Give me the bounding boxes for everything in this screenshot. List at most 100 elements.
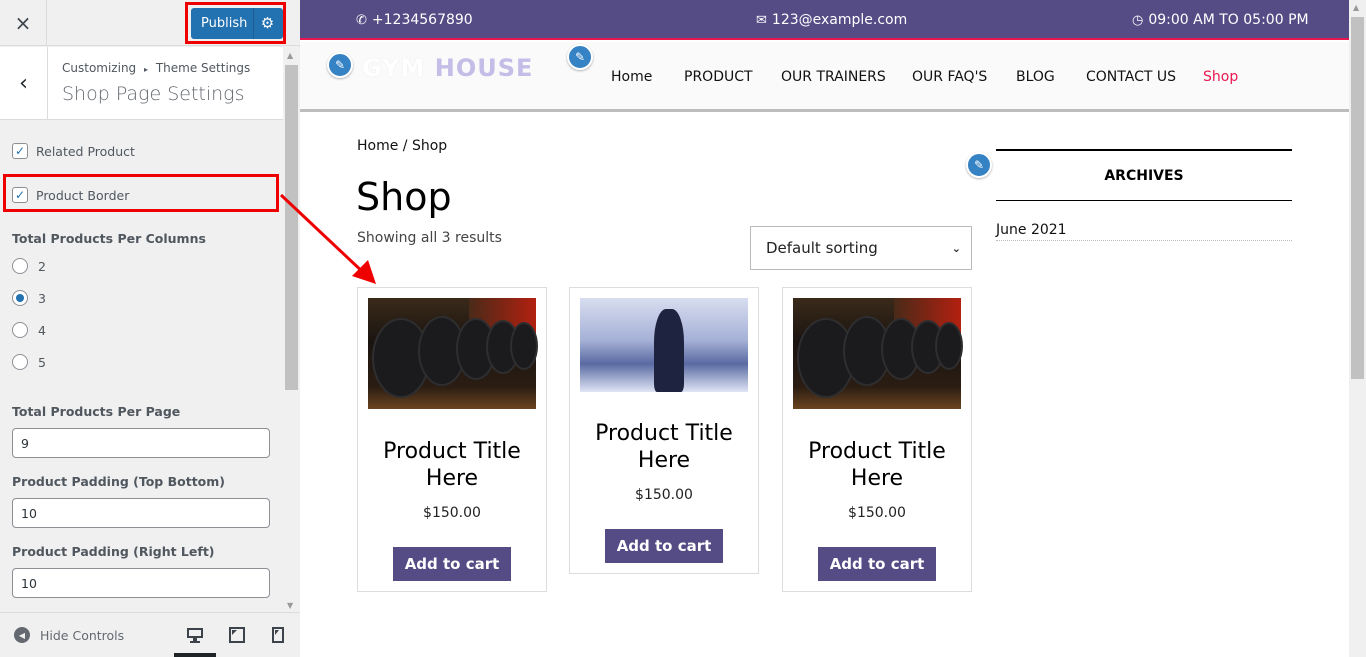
logo-part2: HOUSE — [434, 54, 534, 82]
product-card: Product Title Here $150.00 Add to cart — [782, 287, 972, 592]
page-breadcrumb: Home / Shop — [357, 138, 448, 154]
column-radio-4[interactable]: 4 — [12, 322, 46, 338]
chevron-down-icon: ⌄ — [951, 241, 961, 255]
sorting-value: Default sorting — [766, 239, 878, 257]
nav-contact-us[interactable]: CONTACT US — [1086, 69, 1176, 85]
edit-pencil-icon[interactable]: ✎ — [567, 44, 593, 70]
radio-label: 3 — [38, 290, 46, 306]
add-to-cart-button[interactable]: Add to cart — [605, 529, 723, 563]
widget-bottom-rule — [996, 200, 1292, 201]
sorting-select[interactable]: Default sorting ⌄ — [750, 226, 972, 270]
email-info: ✉ 123@example.com — [756, 12, 907, 28]
site-preview: ✆ +1234567890 ✉ 123@example.com ◷ 09:00 AM … — [300, 0, 1349, 657]
email-text: 123@example.com — [771, 12, 908, 28]
breadcrumb-separator-icon: ▸ — [144, 65, 149, 74]
active-device-indicator — [174, 653, 216, 657]
preview-scrollbar[interactable]: ▲ — [1349, 0, 1366, 657]
column-radio-3[interactable]: 3 — [12, 290, 46, 306]
product-price: $150.00 — [423, 505, 481, 521]
related-product-checkbox[interactable]: ✓ Related Product — [12, 143, 135, 159]
radio-label: 2 — [38, 258, 46, 274]
result-count: Showing all 3 results — [357, 230, 502, 246]
column-radio-2[interactable]: 2 — [12, 258, 46, 274]
customizer-header: × Publish ⚙ — [0, 0, 300, 46]
product-title[interactable]: Product Title Here — [783, 438, 971, 492]
phone-text: +1234567890 — [371, 12, 473, 28]
breadcrumb: Customizing ▸ Theme Settings — [62, 61, 250, 75]
widget-top-rule — [996, 149, 1292, 151]
section-title: Shop Page Settings — [62, 83, 245, 105]
breadcrumb-root: Customizing — [62, 61, 137, 75]
close-icon[interactable]: × — [0, 0, 47, 46]
back-arrow-icon[interactable]: ‹ — [0, 47, 48, 119]
product-border-label: Product Border — [36, 187, 130, 203]
checkbox-checked-icon[interactable]: ✓ — [12, 187, 28, 203]
product-card: Product Title Here $150.00 Add to cart — [357, 287, 547, 592]
scroll-up-icon[interactable]: ▲ — [1353, 3, 1359, 12]
nav-shop[interactable]: Shop — [1203, 69, 1238, 85]
add-to-cart-button[interactable]: Add to cart — [393, 547, 511, 581]
padding-rl-input[interactable] — [12, 568, 270, 598]
logo-part1: GYM — [362, 54, 426, 82]
scrollbar-thumb[interactable] — [285, 65, 298, 390]
tablet-preview-icon[interactable] — [227, 625, 247, 645]
hide-controls-button[interactable]: ◀ Hide Controls — [14, 627, 124, 643]
customizer: × Publish ⚙ ‹ Customizing ▸ Theme Settin… — [0, 0, 1366, 657]
archive-link[interactable]: June 2021 — [996, 222, 1292, 241]
padding-tb-input[interactable] — [12, 498, 270, 528]
hide-controls-label: Hide Controls — [40, 627, 125, 643]
site-header: GYM HOUSE ✎ ✎ Home PRODUCT OUR TRAINERS … — [300, 42, 1349, 112]
nav-blog[interactable]: BLOG — [1016, 69, 1055, 85]
radio-selected-icon[interactable] — [12, 290, 28, 306]
envelope-icon: ✉ — [756, 12, 767, 28]
nav-home[interactable]: Home — [611, 69, 652, 85]
related-product-label: Related Product — [36, 143, 135, 159]
clock-icon: ◷ — [1132, 12, 1144, 28]
add-to-cart-button[interactable]: Add to cart — [818, 547, 936, 581]
nav-product[interactable]: PRODUCT — [684, 69, 753, 85]
column-radio-5[interactable]: 5 — [12, 354, 46, 370]
customizer-footer: ◀ Hide Controls — [0, 612, 300, 657]
padding-tb-label: Product Padding (Top Bottom) — [12, 474, 225, 489]
info-bar: ✆ +1234567890 ✉ 123@example.com ◷ 09:00 AM … — [300, 0, 1349, 40]
radio-icon[interactable] — [12, 322, 28, 338]
radio-dot — [16, 294, 24, 302]
edit-pencil-icon[interactable]: ✎ — [966, 152, 992, 178]
hours-text: 09:00 AM TO 05:00 PM — [1148, 12, 1309, 28]
desktop-preview-icon[interactable] — [185, 625, 205, 645]
columns-title: Total Products Per Columns — [12, 231, 206, 246]
nav-our-trainers[interactable]: OUR TRAINERS — [781, 69, 886, 85]
product-image-dumbbells[interactable] — [368, 298, 538, 409]
customizer-sidebar: × Publish ⚙ ‹ Customizing ▸ Theme Settin… — [0, 0, 300, 657]
collapse-icon: ◀ — [14, 627, 30, 643]
hours-info: ◷ 09:00 AM TO 05:00 PM — [1132, 12, 1309, 28]
mobile-preview-icon[interactable] — [268, 625, 288, 645]
scrollbar-thumb[interactable] — [1351, 17, 1364, 379]
radio-label: 4 — [38, 322, 46, 338]
product-title[interactable]: Product Title Here — [570, 420, 758, 474]
site-logo[interactable]: GYM HOUSE — [362, 54, 533, 82]
product-image-gym-woman[interactable] — [580, 298, 748, 392]
phone-icon: ✆ — [356, 12, 367, 28]
product-card: Product Title Here $150.00 Add to cart — [569, 287, 759, 574]
breadcrumb-parent: Theme Settings — [155, 61, 251, 75]
scroll-down-icon[interactable]: ▼ — [287, 601, 293, 610]
product-price: $150.00 — [635, 487, 693, 503]
per-page-input[interactable] — [12, 428, 270, 458]
section-header: ‹ Customizing ▸ Theme Settings Shop Page… — [0, 47, 283, 120]
product-border-checkbox[interactable]: ✓ Product Border — [12, 187, 129, 203]
radio-icon[interactable] — [12, 258, 28, 274]
nav-our-faqs[interactable]: OUR FAQ'S — [912, 69, 987, 85]
publish-highlight-box — [185, 2, 286, 44]
phone-info: ✆ +1234567890 — [356, 12, 473, 28]
per-page-label: Total Products Per Page — [12, 404, 181, 419]
edit-pencil-icon[interactable]: ✎ — [327, 52, 353, 78]
product-title[interactable]: Product Title Here — [358, 438, 546, 492]
checkbox-checked-icon[interactable]: ✓ — [12, 143, 28, 159]
page-title: Shop — [356, 175, 452, 219]
product-price: $150.00 — [848, 505, 906, 521]
radio-icon[interactable] — [12, 354, 28, 370]
scroll-up-icon[interactable]: ▲ — [287, 51, 293, 60]
product-image-dumbbells[interactable] — [793, 298, 963, 409]
sidebar-scrollbar[interactable]: ▲ ▼ — [283, 47, 300, 612]
